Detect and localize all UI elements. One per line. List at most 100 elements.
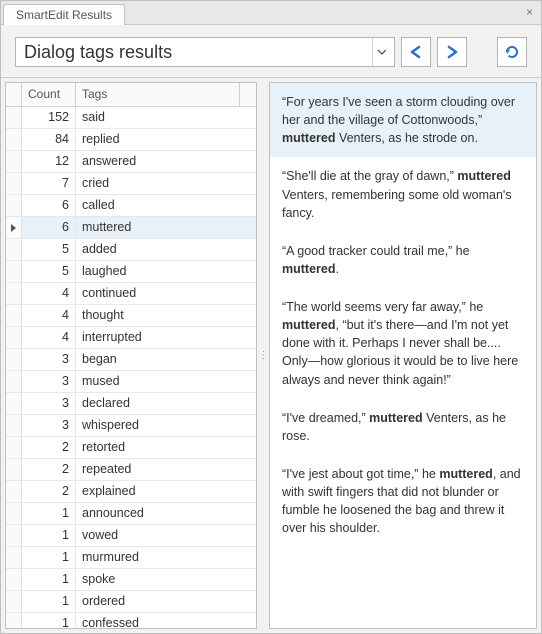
row-indicator [6, 415, 22, 436]
row-indicator [6, 459, 22, 480]
dropdown-label: Dialog tags results [24, 42, 372, 63]
table-row[interactable]: 2retorted [6, 437, 256, 459]
cell-count: 3 [22, 371, 76, 392]
cell-count: 12 [22, 151, 76, 172]
table-row[interactable]: 1spoke [6, 569, 256, 591]
cell-count: 6 [22, 217, 76, 238]
cell-count: 1 [22, 569, 76, 590]
row-indicator [6, 525, 22, 546]
row-indicator [6, 569, 22, 590]
row-indicator [6, 129, 22, 150]
table-row[interactable]: 3whispered [6, 415, 256, 437]
cell-tag: laughed [76, 261, 256, 282]
row-indicator [6, 173, 22, 194]
splitter-handle[interactable]: ⋮ [257, 78, 269, 633]
cell-tag: vowed [76, 525, 256, 546]
row-indicator [6, 437, 22, 458]
quote-list[interactable]: “For years I've seen a storm clouding ov… [269, 82, 537, 629]
cell-tag: cried [76, 173, 256, 194]
table-row[interactable]: 6muttered [6, 217, 256, 239]
table-row[interactable]: 2explained [6, 481, 256, 503]
row-indicator [6, 349, 22, 370]
quote-item[interactable]: “I've dreamed,” muttered Venters, as he … [270, 399, 536, 455]
row-indicator [6, 481, 22, 502]
col-header-count[interactable]: Count [22, 83, 76, 106]
cell-tag: said [76, 107, 256, 128]
table-header: Count Tags [6, 83, 256, 107]
cell-count: 7 [22, 173, 76, 194]
quote-item[interactable]: “For years I've seen a storm clouding ov… [270, 83, 536, 157]
table-row[interactable]: 7cried [6, 173, 256, 195]
row-indicator [6, 503, 22, 524]
tag-table: Count Tags 152said84replied12answered7cr… [5, 82, 257, 629]
table-row[interactable]: 5laughed [6, 261, 256, 283]
forward-button[interactable] [437, 37, 467, 67]
cell-count: 1 [22, 591, 76, 612]
cell-count: 2 [22, 459, 76, 480]
cell-tag: explained [76, 481, 256, 502]
cell-tag: murmured [76, 547, 256, 568]
back-button[interactable] [401, 37, 431, 67]
row-indicator [6, 239, 22, 260]
table-row[interactable]: 1announced [6, 503, 256, 525]
results-dropdown[interactable]: Dialog tags results [15, 37, 395, 67]
row-indicator [6, 393, 22, 414]
table-row[interactable]: 2repeated [6, 459, 256, 481]
tab-smartedit-results[interactable]: SmartEdit Results [3, 4, 125, 25]
row-indicator [6, 217, 22, 238]
table-row[interactable]: 1murmured [6, 547, 256, 569]
cell-tag: replied [76, 129, 256, 150]
cell-tag: answered [76, 151, 256, 172]
table-row[interactable]: 4thought [6, 305, 256, 327]
table-body[interactable]: 152said84replied12answered7cried6called6… [6, 107, 256, 628]
cell-tag: spoke [76, 569, 256, 590]
table-row[interactable]: 3began [6, 349, 256, 371]
table-row[interactable]: 84replied [6, 129, 256, 151]
table-row[interactable]: 4interrupted [6, 327, 256, 349]
table-row[interactable]: 3mused [6, 371, 256, 393]
quote-item[interactable]: “She'll die at the gray of dawn,” mutter… [270, 157, 536, 231]
table-row[interactable]: 1ordered [6, 591, 256, 613]
content-area: Count Tags 152said84replied12answered7cr… [1, 77, 541, 633]
table-row[interactable]: 1vowed [6, 525, 256, 547]
table-row[interactable]: 152said [6, 107, 256, 129]
table-row[interactable]: 5added [6, 239, 256, 261]
tab-label: SmartEdit Results [16, 8, 112, 22]
table-row[interactable]: 4continued [6, 283, 256, 305]
cell-tag: repeated [76, 459, 256, 480]
cell-count: 4 [22, 327, 76, 348]
cell-count: 3 [22, 415, 76, 436]
cell-count: 1 [22, 525, 76, 546]
row-indicator [6, 591, 22, 612]
cell-tag: ordered [76, 591, 256, 612]
quote-item[interactable]: “The world seems very far away,” he mutt… [270, 288, 536, 399]
row-indicator [6, 305, 22, 326]
table-row[interactable]: 12answered [6, 151, 256, 173]
cell-tag: announced [76, 503, 256, 524]
cell-tag: added [76, 239, 256, 260]
cell-tag: began [76, 349, 256, 370]
col-header-tags[interactable]: Tags [76, 83, 240, 106]
table-row[interactable]: 1confessed [6, 613, 256, 628]
table-row[interactable]: 3declared [6, 393, 256, 415]
quote-item[interactable]: “A good tracker could trail me,” he mutt… [270, 232, 536, 288]
close-icon[interactable]: × [526, 5, 533, 19]
row-indicator [6, 195, 22, 216]
row-indicator [6, 151, 22, 172]
cell-tag: confessed [76, 613, 256, 628]
table-row[interactable]: 6called [6, 195, 256, 217]
cell-tag: called [76, 195, 256, 216]
cell-count: 4 [22, 283, 76, 304]
cell-tag: whispered [76, 415, 256, 436]
cell-tag: thought [76, 305, 256, 326]
cell-count: 84 [22, 129, 76, 150]
chevron-down-icon[interactable] [372, 38, 386, 66]
row-indicator [6, 283, 22, 304]
cell-count: 3 [22, 349, 76, 370]
cell-tag: mused [76, 371, 256, 392]
toolbar: Dialog tags results [1, 25, 541, 77]
quote-item[interactable]: “I've jest about got time,” he muttered,… [270, 455, 536, 548]
refresh-button[interactable] [497, 37, 527, 67]
row-indicator [6, 613, 22, 628]
cell-count: 1 [22, 547, 76, 568]
